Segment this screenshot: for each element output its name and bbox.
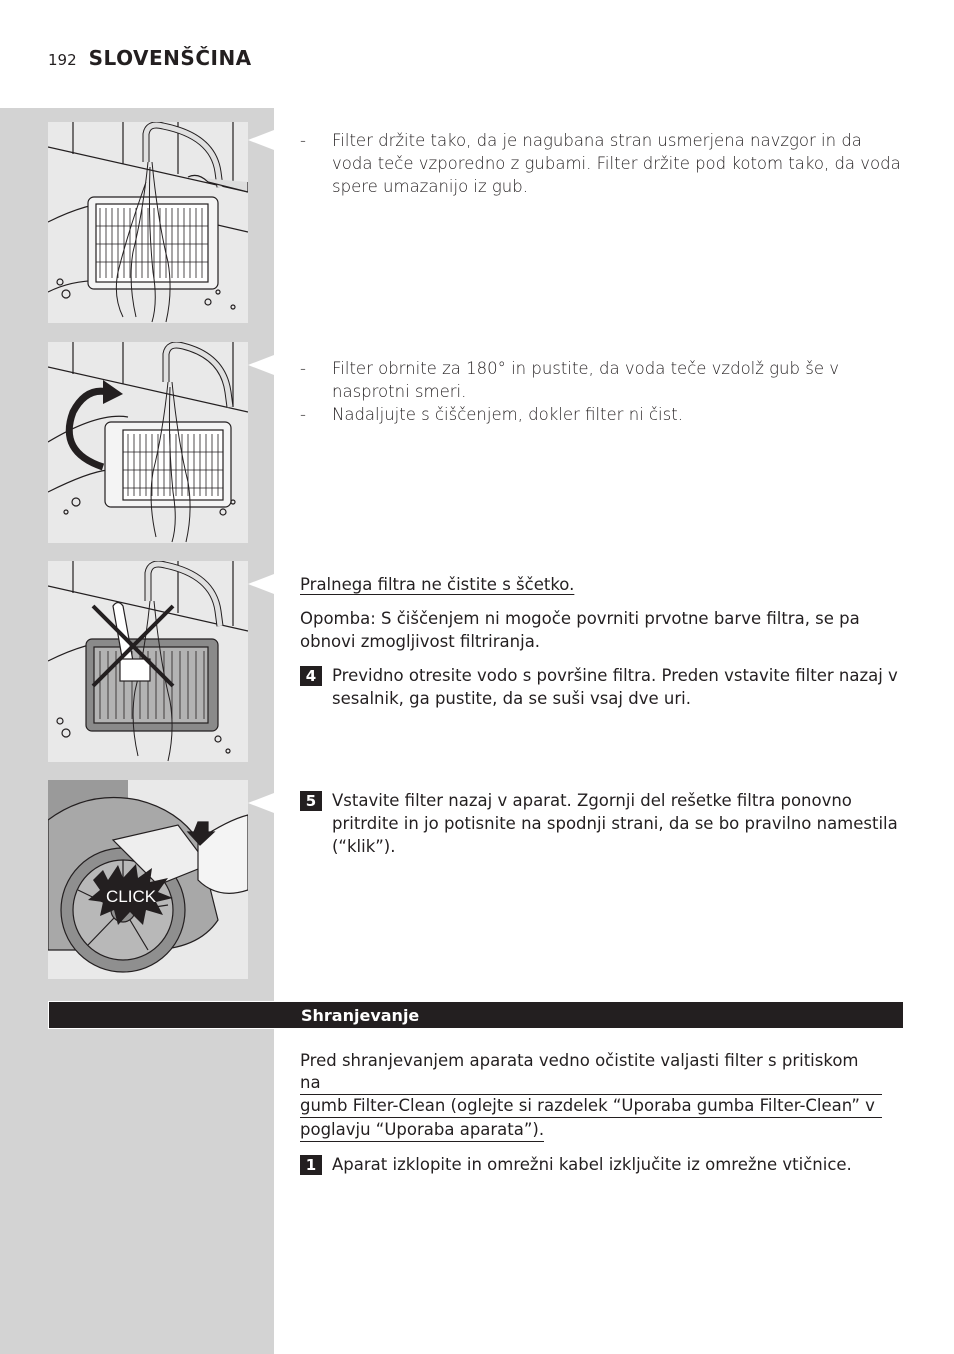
- faucet-water-filter-illustration: [48, 122, 248, 323]
- section-title: Shranjevanje: [301, 1006, 420, 1025]
- intro-line: poglavju “Uporaba aparata”).: [300, 1119, 545, 1142]
- page-header: 192 SLOVENŠČINA: [48, 46, 252, 70]
- rotate-filter-illustration: [48, 342, 248, 543]
- intro-line: Pred shranjevanjem aparata vedno očistit…: [300, 1050, 882, 1095]
- bullet-text: Filter obrnite za 180° in pustite, da vo…: [332, 359, 839, 401]
- svg-text:CLICK: CLICK: [106, 887, 157, 906]
- instruction-block-3: Pralnega filtra ne čistite s ščetko. Opo…: [300, 573, 906, 710]
- instruction-block-4: 5 Vstavite filter nazaj v aparat. Zgornj…: [300, 789, 906, 858]
- instruction-block-1: - Filter držite tako, da je nagubana str…: [300, 129, 906, 198]
- page-number: 192: [48, 51, 77, 69]
- step-item: 1 Aparat izklopite in omrežni kabel izkl…: [300, 1153, 920, 1176]
- figure-no-brush: [48, 561, 248, 762]
- bullet-item: - Filter obrnite za 180° in pustite, da …: [300, 357, 906, 403]
- step-number-badge: 5: [300, 791, 322, 811]
- bullet-item: - Filter držite tako, da je nagubana str…: [300, 129, 906, 198]
- bullet-text: Nadaljujte s čiščenjem, dokler filter ni…: [332, 405, 683, 424]
- step-text: Previdno otresite vodo s površine filtra…: [332, 666, 898, 708]
- warning-text: Pralnega filtra ne čistite s ščetko.: [300, 575, 575, 594]
- section-heading-bar: Shranjevanje: [48, 1001, 904, 1029]
- step-item: 4 Previdno otresite vodo s površine filt…: [300, 664, 906, 710]
- figure-pointer: [248, 130, 274, 150]
- figure-rotate-filter: [48, 342, 248, 543]
- figure-pointer: [248, 793, 274, 813]
- no-brush-illustration: [48, 561, 248, 762]
- storage-intro: Pred shranjevanjem aparata vedno očistit…: [300, 1050, 882, 1142]
- vacuum-cleaner-illustration: CLICK: [48, 780, 248, 973]
- figure-pointer: [248, 574, 274, 594]
- step-number-badge: 4: [300, 666, 322, 686]
- figure-pointer: [248, 355, 274, 375]
- instruction-block-2: - Filter obrnite za 180° in pustite, da …: [300, 357, 906, 426]
- note-text: Opomba: S čiščenjem ni mogoče povrniti p…: [300, 609, 860, 651]
- step-text: Vstavite filter nazaj v aparat. Zgornji …: [332, 791, 898, 856]
- step-item: 5 Vstavite filter nazaj v aparat. Zgornj…: [300, 789, 906, 858]
- bullet-text: Filter držite tako, da je nagubana stran…: [332, 131, 901, 196]
- step-text: Aparat izklopite in omrežni kabel izklju…: [332, 1155, 852, 1174]
- bullet-item: - Nadaljujte s čiščenjem, dokler filter …: [300, 405, 683, 424]
- figure-rinse-filter: [48, 122, 248, 323]
- storage-block: Pred shranjevanjem aparata vedno očistit…: [300, 1050, 882, 1176]
- chapter-language-title: SLOVENŠČINA: [88, 46, 252, 70]
- figure-reinsert-filter: CLICK: [48, 780, 248, 979]
- intro-line: gumb Filter-Clean (oglejte si razdelek “…: [300, 1095, 882, 1118]
- step-number-badge: 1: [300, 1155, 322, 1175]
- rotate-arrow-icon: [65, 387, 109, 471]
